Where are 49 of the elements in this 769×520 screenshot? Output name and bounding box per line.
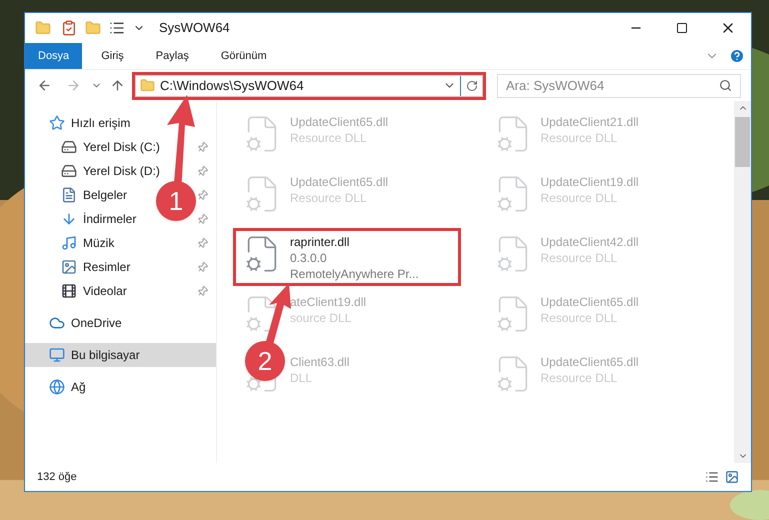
- sidebar-item[interactable]: Videolar: [83, 282, 127, 300]
- back-icon[interactable]: [37, 78, 52, 93]
- sidebar-item[interactable]: Resimler: [83, 258, 130, 276]
- music-icon: [61, 235, 77, 251]
- refresh-icon[interactable]: [466, 80, 478, 92]
- properties-icon[interactable]: [61, 20, 77, 36]
- item-count: 132 öğe: [37, 470, 78, 485]
- file-name[interactable]: raprinter.dll: [290, 234, 419, 250]
- selection-highlight[interactable]: Bu bilgisayar: [25, 343, 216, 367]
- downloads-icon: [61, 211, 77, 227]
- file-detail: 0.3.0.0: [290, 250, 328, 266]
- network-icon: [49, 379, 65, 395]
- up-icon[interactable]: [110, 78, 125, 93]
- large-icons-view-icon[interactable]: [725, 470, 739, 484]
- drive-icon: [61, 163, 77, 179]
- file-detail: RemotelyAnywhere Pr...: [290, 266, 419, 282]
- sidebar-item[interactable]: İndirmeler: [83, 210, 136, 228]
- window-title: SysWOW64: [159, 19, 230, 38]
- drive-icon: [61, 139, 77, 155]
- ribbon-tab[interactable]: Dosya: [25, 43, 82, 69]
- step-badge: 1: [156, 181, 196, 221]
- details-view-icon[interactable]: [705, 470, 719, 484]
- sidebar-item[interactable]: Hızlı erişim: [71, 114, 130, 132]
- maximize-icon: [676, 22, 688, 34]
- ribbon-tab[interactable]: Paylaş: [142, 43, 202, 69]
- computer-icon: [49, 347, 65, 363]
- address-field[interactable]: C:\Windows\SysWOW64: [135, 74, 483, 96]
- sidebar-item[interactable]: Yerel Disk (C:): [83, 138, 160, 156]
- sidebar-item[interactable]: Bu bilgisayar: [71, 346, 140, 364]
- scrollbar[interactable]: [734, 101, 751, 463]
- videos-icon: [61, 283, 77, 299]
- documents-icon: [61, 187, 77, 203]
- step-badge: 2: [245, 341, 285, 381]
- search-field[interactable]: Ara: SysWOW64: [497, 74, 741, 98]
- sidebar-item[interactable]: Belgeler: [83, 186, 128, 204]
- help-icon[interactable]: [729, 48, 745, 64]
- view-icon[interactable]: [109, 20, 125, 36]
- pictures-icon: [61, 259, 77, 275]
- sidebar-item[interactable]: Yerel Disk (D:): [83, 162, 160, 180]
- cloud-icon: [49, 315, 65, 331]
- sidebar-item[interactable]: Ağ: [71, 378, 86, 396]
- scroll-thumb[interactable]: [735, 117, 750, 167]
- ribbon-tab[interactable]: Giriş: [88, 43, 137, 69]
- sidebar-item[interactable]: OneDrive: [71, 314, 122, 332]
- search-icon: [719, 79, 732, 92]
- star-icon: [49, 115, 65, 131]
- folder-icon: [140, 78, 155, 93]
- sidebar-item[interactable]: Müzik: [83, 234, 114, 252]
- ribbon-tab[interactable]: Görünüm: [208, 43, 280, 69]
